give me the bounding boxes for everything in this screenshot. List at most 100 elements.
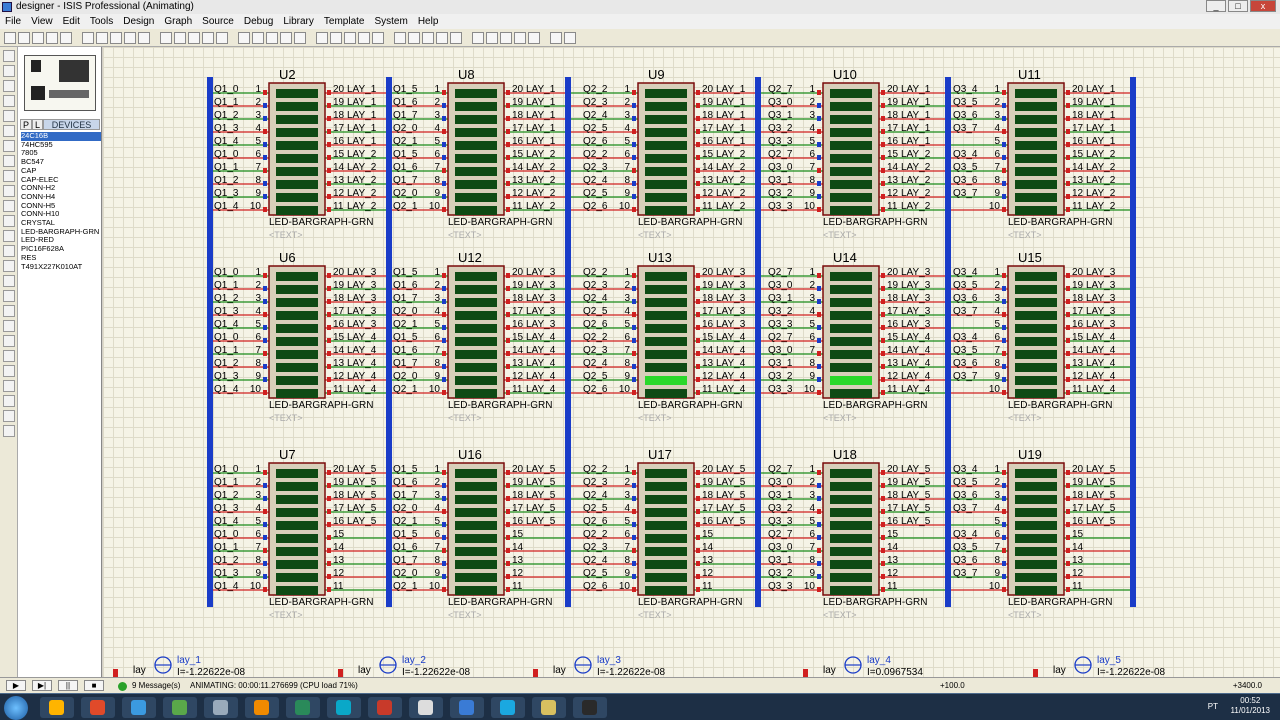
toolbar-button[interactable] [436, 31, 448, 44]
mode-tool-button[interactable] [3, 155, 15, 167]
toolbar-button[interactable] [330, 31, 342, 44]
toolbar-button[interactable] [394, 31, 406, 44]
toolbar-button[interactable] [266, 31, 278, 44]
mode-tool-button[interactable] [3, 305, 15, 317]
bus-line[interactable] [565, 77, 571, 607]
overview-window[interactable] [24, 55, 96, 111]
bus-line[interactable] [386, 77, 392, 607]
minimize-button[interactable]: _ [1206, 0, 1226, 12]
toolbar-button[interactable] [564, 31, 576, 44]
menu-template[interactable]: Template [319, 14, 370, 29]
toolbar-button[interactable] [216, 31, 228, 44]
toolbar-button[interactable] [408, 31, 420, 44]
bus-line[interactable] [755, 77, 761, 607]
maximize-button[interactable]: □ [1228, 0, 1248, 12]
menu-view[interactable]: View [26, 14, 58, 29]
toolbar-button[interactable] [82, 31, 94, 44]
taskbar-app-button[interactable] [409, 697, 443, 718]
toolbar-button[interactable] [32, 31, 44, 44]
toolbar-button[interactable] [486, 31, 498, 44]
menu-edit[interactable]: Edit [58, 14, 85, 29]
menu-design[interactable]: Design [118, 14, 159, 29]
toolbar-button[interactable] [550, 31, 562, 44]
taskbar-app-button[interactable] [327, 697, 361, 718]
toolbar-button[interactable] [110, 31, 122, 44]
menu-system[interactable]: System [369, 14, 412, 29]
mode-tool-button[interactable] [3, 410, 15, 422]
menu-tools[interactable]: Tools [85, 14, 118, 29]
toolbar-button[interactable] [96, 31, 108, 44]
toolbar-button[interactable] [174, 31, 186, 44]
toolbar-button[interactable] [252, 31, 264, 44]
taskbar-app-button[interactable] [450, 697, 484, 718]
mode-tool-button[interactable] [3, 380, 15, 392]
toolbar-button[interactable] [124, 31, 136, 44]
toolbar-button[interactable] [160, 31, 172, 44]
mode-tool-button[interactable] [3, 95, 15, 107]
clock[interactable]: 00:52 11/01/2013 [1231, 696, 1270, 716]
taskbar-app-button[interactable] [573, 697, 607, 718]
toolbar-button[interactable] [60, 31, 72, 44]
toolbar-button[interactable] [358, 31, 370, 44]
taskbar-app-button[interactable] [245, 697, 279, 718]
play-button[interactable]: ▶ [6, 680, 26, 691]
mode-tool-button[interactable] [3, 245, 15, 257]
taskbar-app-button[interactable] [204, 697, 238, 718]
mode-tool-button[interactable] [3, 80, 15, 92]
mode-tool-button[interactable] [3, 260, 15, 272]
taskbar-app-button[interactable] [81, 697, 115, 718]
schematic-canvas[interactable]: Q1_0 1 20 LAY_1 Q1_1 2 19 LAY_1 Q1_2 3 18 LAY_1 Q1_3… [103, 47, 1280, 677]
taskbar-app-button[interactable] [163, 697, 197, 718]
mode-tool-button[interactable] [3, 65, 15, 77]
taskbar-app-button[interactable] [40, 697, 74, 718]
bus-line[interactable] [207, 77, 213, 607]
taskbar-app-button[interactable] [122, 697, 156, 718]
menu-help[interactable]: Help [413, 14, 444, 29]
pick-devices-tab[interactable]: P [20, 119, 33, 130]
menu-graph[interactable]: Graph [159, 14, 197, 29]
toolbar-button[interactable] [422, 31, 434, 44]
pause-button[interactable]: || [58, 680, 78, 691]
mode-tool-button[interactable] [3, 215, 15, 227]
bus-line[interactable] [945, 77, 951, 607]
mode-tool-button[interactable] [3, 365, 15, 377]
mode-tool-button[interactable] [3, 140, 15, 152]
toolbar-button[interactable] [202, 31, 214, 44]
toolbar-button[interactable] [316, 31, 328, 44]
taskbar-app-button[interactable] [491, 697, 525, 718]
messages-count[interactable]: 9 Message(s) [118, 678, 180, 694]
toolbar-button[interactable] [500, 31, 512, 44]
stop-button[interactable]: ■ [84, 680, 104, 691]
mode-tool-button[interactable] [3, 170, 15, 182]
toolbar-button[interactable] [46, 31, 58, 44]
mode-tool-button[interactable] [3, 110, 15, 122]
mode-tool-button[interactable] [3, 230, 15, 242]
toolbar-button[interactable] [528, 31, 540, 44]
mode-tool-button[interactable] [3, 395, 15, 407]
mode-tool-button[interactable] [3, 335, 15, 347]
mode-tool-button[interactable] [3, 290, 15, 302]
menu-debug[interactable]: Debug [239, 14, 278, 29]
toolbar-button[interactable] [18, 31, 30, 44]
toolbar-button[interactable] [280, 31, 292, 44]
menu-source[interactable]: Source [197, 14, 239, 29]
mode-tool-button[interactable] [3, 275, 15, 287]
close-button[interactable]: x [1250, 0, 1276, 12]
language-indicator[interactable]: PT [1208, 702, 1218, 711]
toolbar-button[interactable] [450, 31, 462, 44]
mode-tool-button[interactable] [3, 350, 15, 362]
menu-file[interactable]: File [0, 14, 26, 29]
toolbar-button[interactable] [238, 31, 250, 44]
mode-tool-button[interactable] [3, 320, 15, 332]
toolbar-button[interactable] [138, 31, 150, 44]
mode-tool-button[interactable] [3, 50, 15, 62]
mode-tool-button[interactable] [3, 200, 15, 212]
device-item[interactable]: T491X227K010AT [21, 262, 101, 272]
library-tab[interactable]: L [32, 119, 44, 130]
toolbar-button[interactable] [372, 31, 384, 44]
step-button[interactable]: ▶| [32, 680, 52, 691]
toolbar-button[interactable] [188, 31, 200, 44]
menu-library[interactable]: Library [278, 14, 319, 29]
mode-tool-button[interactable] [3, 125, 15, 137]
taskbar-app-button[interactable] [368, 697, 402, 718]
